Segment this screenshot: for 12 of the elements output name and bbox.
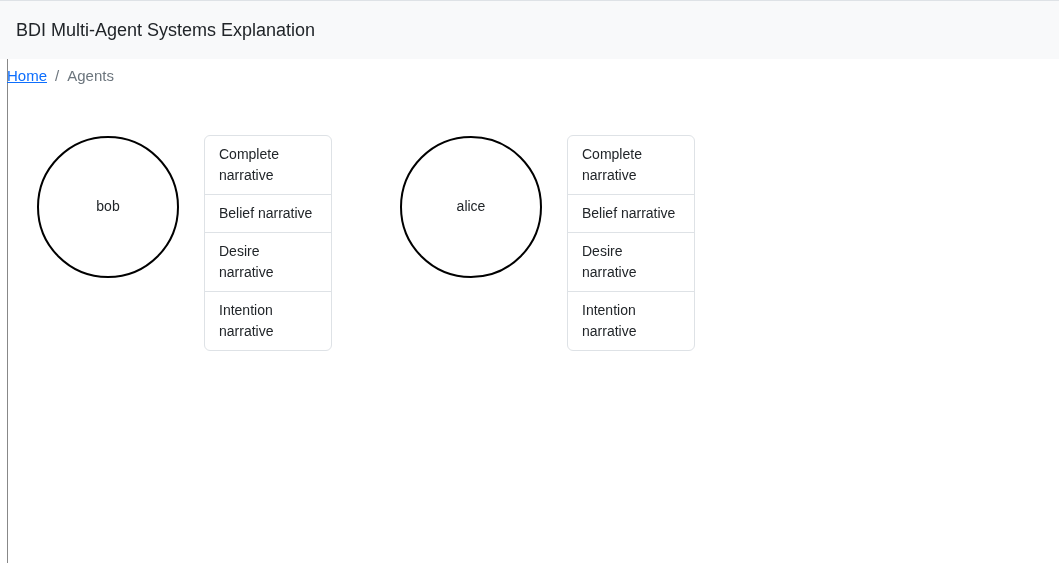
breadcrumb-separator: /	[54, 66, 61, 86]
narrative-item[interactable]: Belief narrative	[568, 193, 694, 232]
breadcrumb-link[interactable]: Home	[7, 65, 47, 88]
site-title[interactable]: BDI Multi-Agent Systems Explanation	[16, 16, 316, 44]
narrative-item[interactable]: Complete narrative	[568, 135, 694, 194]
narrative-item[interactable]: Complete narrative	[205, 135, 331, 194]
narrative-item[interactable]: Desire narrative	[205, 231, 331, 291]
narrative-item[interactable]: Desire narrative	[568, 231, 694, 291]
breadcrumb-current: Agents	[67, 66, 114, 86]
narrative-item[interactable]: Belief narrative	[205, 193, 331, 232]
narrative-item[interactable]: Intention narrative	[568, 290, 694, 350]
narrative-item[interactable]: Intention narrative	[205, 290, 331, 350]
